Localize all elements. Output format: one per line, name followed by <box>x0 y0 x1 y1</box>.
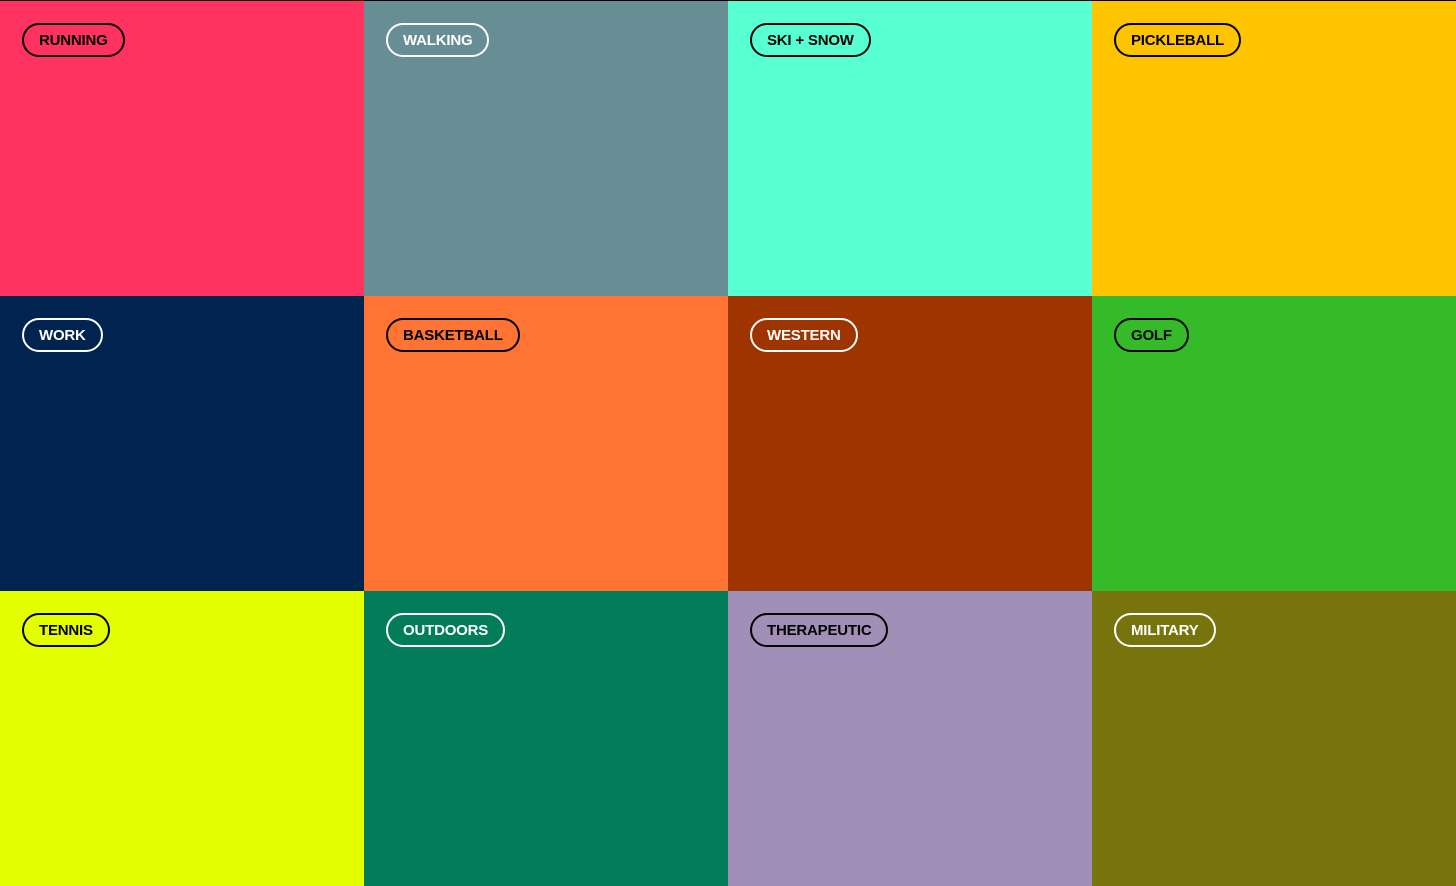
category-label-running[interactable]: RUNNING <box>22 23 125 57</box>
category-label-military[interactable]: MILITARY <box>1114 613 1216 647</box>
category-tile-running[interactable]: RUNNING <box>0 1 364 296</box>
category-tile-outdoors[interactable]: OUTDOORS <box>364 591 728 886</box>
category-tile-ski-snow[interactable]: SKI + SNOW <box>728 1 1092 296</box>
category-label-basketball[interactable]: BASKETBALL <box>386 318 520 352</box>
category-label-golf[interactable]: GOLF <box>1114 318 1189 352</box>
category-label-tennis[interactable]: TENNIS <box>22 613 110 647</box>
category-tile-golf[interactable]: GOLF <box>1092 296 1456 591</box>
category-tile-walking[interactable]: WALKING <box>364 1 728 296</box>
category-label-western[interactable]: WESTERN <box>750 318 858 352</box>
category-tile-therapeutic[interactable]: THERAPEUTIC <box>728 591 1092 886</box>
category-tile-military[interactable]: MILITARY <box>1092 591 1456 886</box>
category-label-outdoors[interactable]: OUTDOORS <box>386 613 506 647</box>
category-label-work[interactable]: WORK <box>22 318 103 352</box>
category-grid: RUNNING WALKING SKI + SNOW PICKLEBALL WO… <box>0 1 1456 886</box>
category-label-therapeutic[interactable]: THERAPEUTIC <box>750 613 889 647</box>
category-tile-work[interactable]: WORK <box>0 296 364 591</box>
category-label-walking[interactable]: WALKING <box>386 23 490 57</box>
category-tile-western[interactable]: WESTERN <box>728 296 1092 591</box>
category-tile-tennis[interactable]: TENNIS <box>0 591 364 886</box>
category-label-pickleball[interactable]: PICKLEBALL <box>1114 23 1241 57</box>
category-label-ski-snow[interactable]: SKI + SNOW <box>750 23 871 57</box>
category-tile-pickleball[interactable]: PICKLEBALL <box>1092 1 1456 296</box>
category-tile-basketball[interactable]: BASKETBALL <box>364 296 728 591</box>
